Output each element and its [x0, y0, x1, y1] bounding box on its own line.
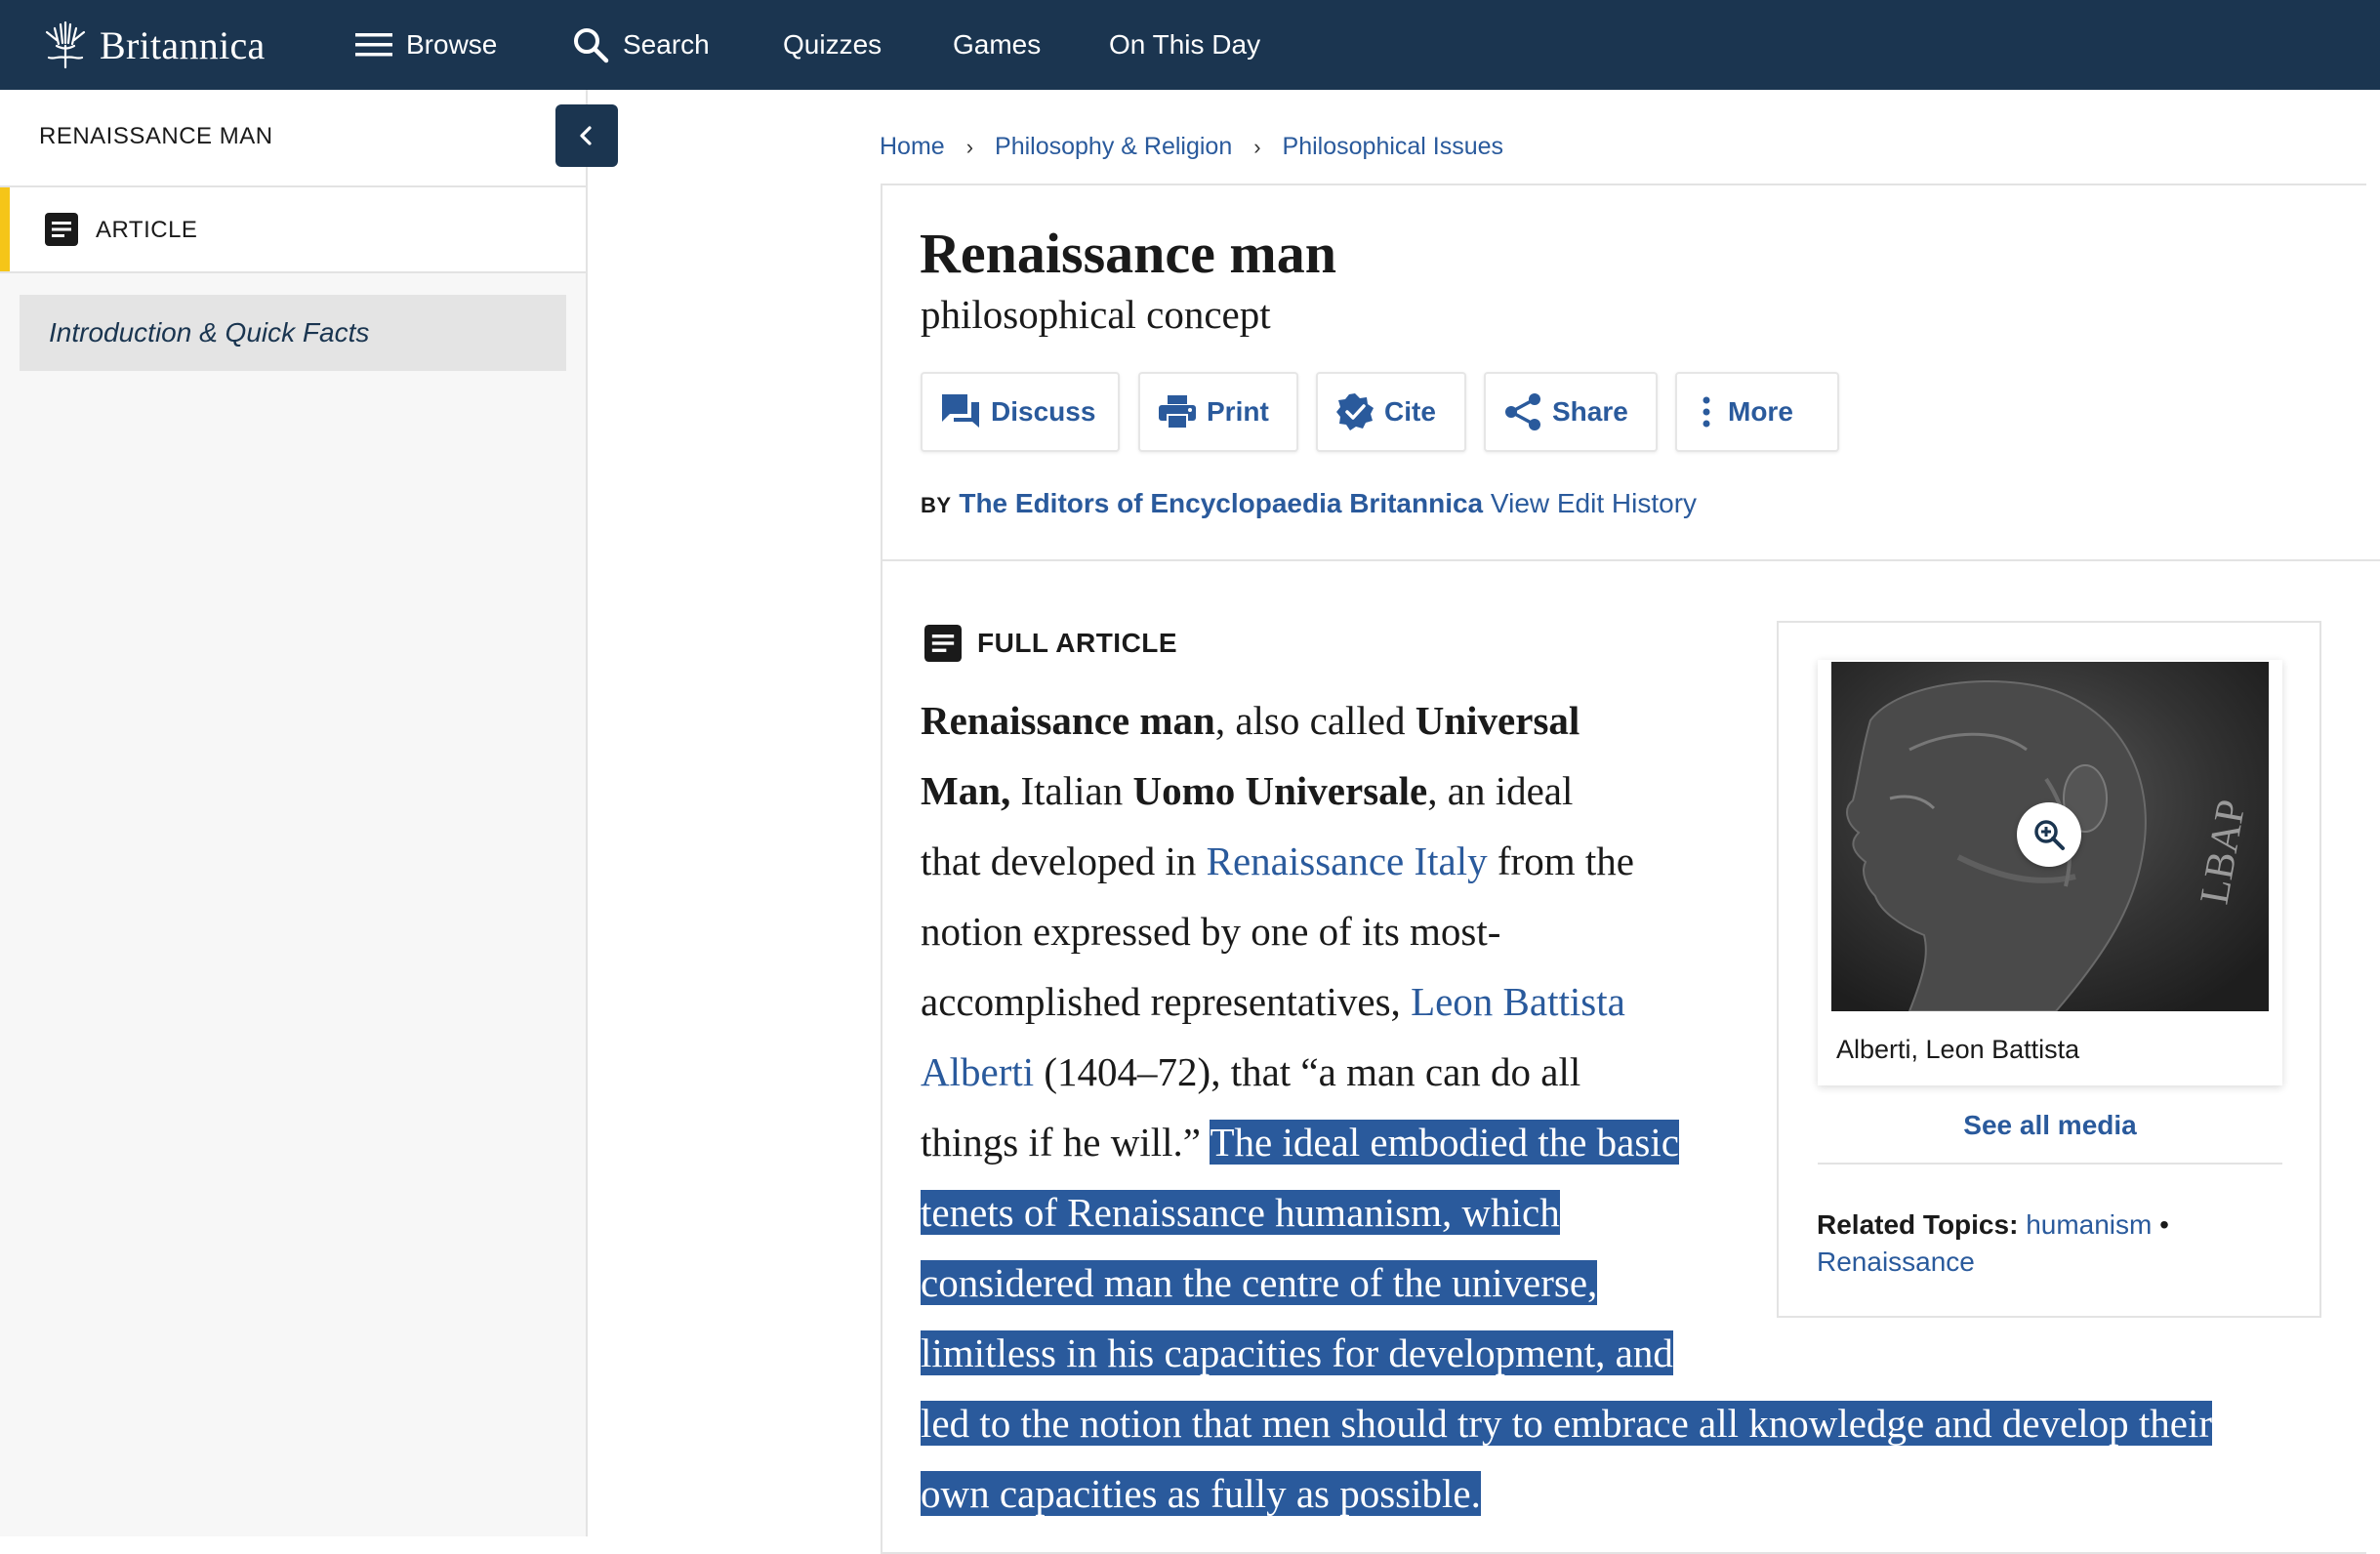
chevron-right-icon: › [1253, 134, 1261, 159]
text-line: own capacities as fully as possible. [921, 1458, 2346, 1529]
see-all-media-link[interactable]: See all media [1818, 1110, 2282, 1141]
discuss-icon [942, 394, 979, 428]
sidebar-article-label: ARTICLE [96, 217, 198, 243]
sidebar-header: RENAISSANCE MAN [0, 90, 586, 187]
more-vertical-icon [1703, 396, 1710, 428]
nav-quizzes[interactable]: Quizzes [783, 29, 882, 61]
sidebar-item-introduction[interactable]: Introduction & Quick Facts [20, 295, 566, 371]
zoom-in-icon [2034, 820, 2065, 850]
related-topic-humanism[interactable]: humanism [2026, 1209, 2152, 1240]
cite-button[interactable]: Cite [1316, 372, 1466, 452]
bullet-separator: • [2159, 1209, 2169, 1240]
byline: BY The Editors of Encyclopaedia Britanni… [921, 488, 1697, 519]
thistle-logo-icon [45, 20, 86, 69]
full-article-heading: FULL ARTICLE [924, 625, 1177, 662]
nav-on-this-day[interactable]: On This Day [1109, 29, 1260, 61]
term-universal: Universal [1415, 698, 1580, 743]
nav-browse[interactable]: Browse [355, 29, 497, 61]
sidebar-item-label: Introduction & Quick Facts [49, 317, 370, 348]
zoom-image-button[interactable] [2017, 802, 2081, 867]
link-renaissance-italy[interactable]: Renaissance Italy [1207, 838, 1488, 883]
view-edit-history-link[interactable]: View Edit History [1491, 488, 1697, 518]
logo-wordmark: Britannica [100, 22, 266, 67]
cite-icon [1336, 393, 1374, 430]
more-button[interactable]: More [1675, 372, 1839, 452]
article-icon [924, 625, 962, 662]
text-span: from the [1487, 838, 1634, 883]
share-label: Share [1552, 396, 1628, 427]
related-topic-renaissance[interactable]: Renaissance [1817, 1247, 1975, 1277]
selected-text[interactable]: led to the notion that men should try to… [921, 1401, 2213, 1446]
active-indicator [0, 187, 10, 271]
selected-text[interactable]: limitless in his capacities for developm… [921, 1330, 1673, 1375]
print-button[interactable]: Print [1138, 372, 1298, 452]
breadcrumb-philosophy-religion[interactable]: Philosophy & Religion [995, 133, 1232, 161]
selected-text[interactable]: own capacities as fully as possible. [921, 1471, 1481, 1516]
text-span: , also called [1214, 698, 1416, 743]
nav-quizzes-label: Quizzes [783, 29, 882, 60]
text-line: led to the notion that men should try to… [921, 1388, 2346, 1458]
term-man: Man, [921, 768, 1011, 813]
byline-authors-link[interactable]: The Editors of Encyclopaedia Britannica [959, 488, 1483, 518]
share-button[interactable]: Share [1484, 372, 1658, 452]
top-navigation: Britannica Browse Search Quizzes Games O… [0, 0, 2380, 90]
nav-browse-label: Browse [406, 29, 498, 60]
nav-search-label: Search [623, 29, 710, 60]
byline-by: BY [921, 493, 952, 517]
nav-search[interactable]: Search [572, 26, 710, 63]
media-divider [1818, 1163, 2282, 1165]
header-divider [881, 559, 2380, 561]
breadcrumb-philosophical-issues[interactable]: Philosophical Issues [1283, 133, 1504, 161]
article-icon [45, 213, 78, 246]
media-caption: Alberti, Leon Battista [1836, 1035, 2080, 1064]
discuss-button[interactable]: Discuss [921, 372, 1120, 452]
sidebar-article-section[interactable]: ARTICLE [0, 187, 586, 273]
more-label: More [1728, 396, 1793, 427]
breadcrumb-home[interactable]: Home [880, 133, 945, 161]
search-icon [574, 28, 609, 63]
text-span: that developed in [921, 838, 1207, 883]
menu-icon [355, 33, 392, 57]
cite-label: Cite [1384, 396, 1436, 427]
nav-games-label: Games [953, 29, 1042, 60]
chevron-right-icon: › [965, 134, 974, 159]
print-label: Print [1207, 396, 1269, 427]
discuss-label: Discuss [991, 396, 1096, 427]
table-of-contents-sidebar: RENAISSANCE MAN ARTICLE Introduction & Q… [0, 90, 588, 1536]
text-span: , an ideal [1427, 768, 1574, 813]
related-topics: Related Topics: humanism • Renaissance [1817, 1206, 2246, 1281]
selected-text[interactable]: tenets of Renaissance humanism, which [921, 1190, 1560, 1235]
article-title: Renaissance man [920, 222, 1336, 285]
breadcrumb: Home › Philosophy & Religion › Philosoph… [880, 133, 1503, 161]
term-renaissance-man: Renaissance man [921, 698, 1215, 743]
text-span: Italian [1010, 768, 1133, 813]
text-span: (1404–72), that “a man can do all [1034, 1049, 1581, 1094]
selected-text[interactable]: The ideal embodied the basic [1210, 1120, 1679, 1165]
full-article-label: FULL ARTICLE [977, 628, 1178, 658]
collapse-sidebar-button[interactable] [555, 104, 618, 167]
nav-games[interactable]: Games [953, 29, 1041, 61]
link-leon-battista-alberti[interactable]: Alberti [921, 1049, 1034, 1094]
text-span: things if he will.” [921, 1120, 1211, 1165]
print-icon [1159, 395, 1196, 429]
text-span: accomplished representatives, [921, 979, 1412, 1024]
selected-text[interactable]: considered man the centre of the univers… [921, 1260, 1598, 1305]
related-topics-label: Related Topics: [1817, 1209, 2019, 1240]
term-uomo-universale: Uomo Universale [1132, 768, 1428, 813]
chevron-left-icon [580, 126, 592, 145]
share-icon [1505, 393, 1540, 430]
text-line: limitless in his capacities for developm… [921, 1318, 2346, 1388]
nav-on-this-day-label: On This Day [1109, 29, 1261, 60]
article-subtitle: philosophical concept [921, 292, 1271, 337]
link-leon-battista-alberti[interactable]: Leon Battista [1411, 979, 1625, 1024]
britannica-logo[interactable]: Britannica [39, 19, 266, 71]
sidebar-title: RENAISSANCE MAN [39, 123, 273, 149]
